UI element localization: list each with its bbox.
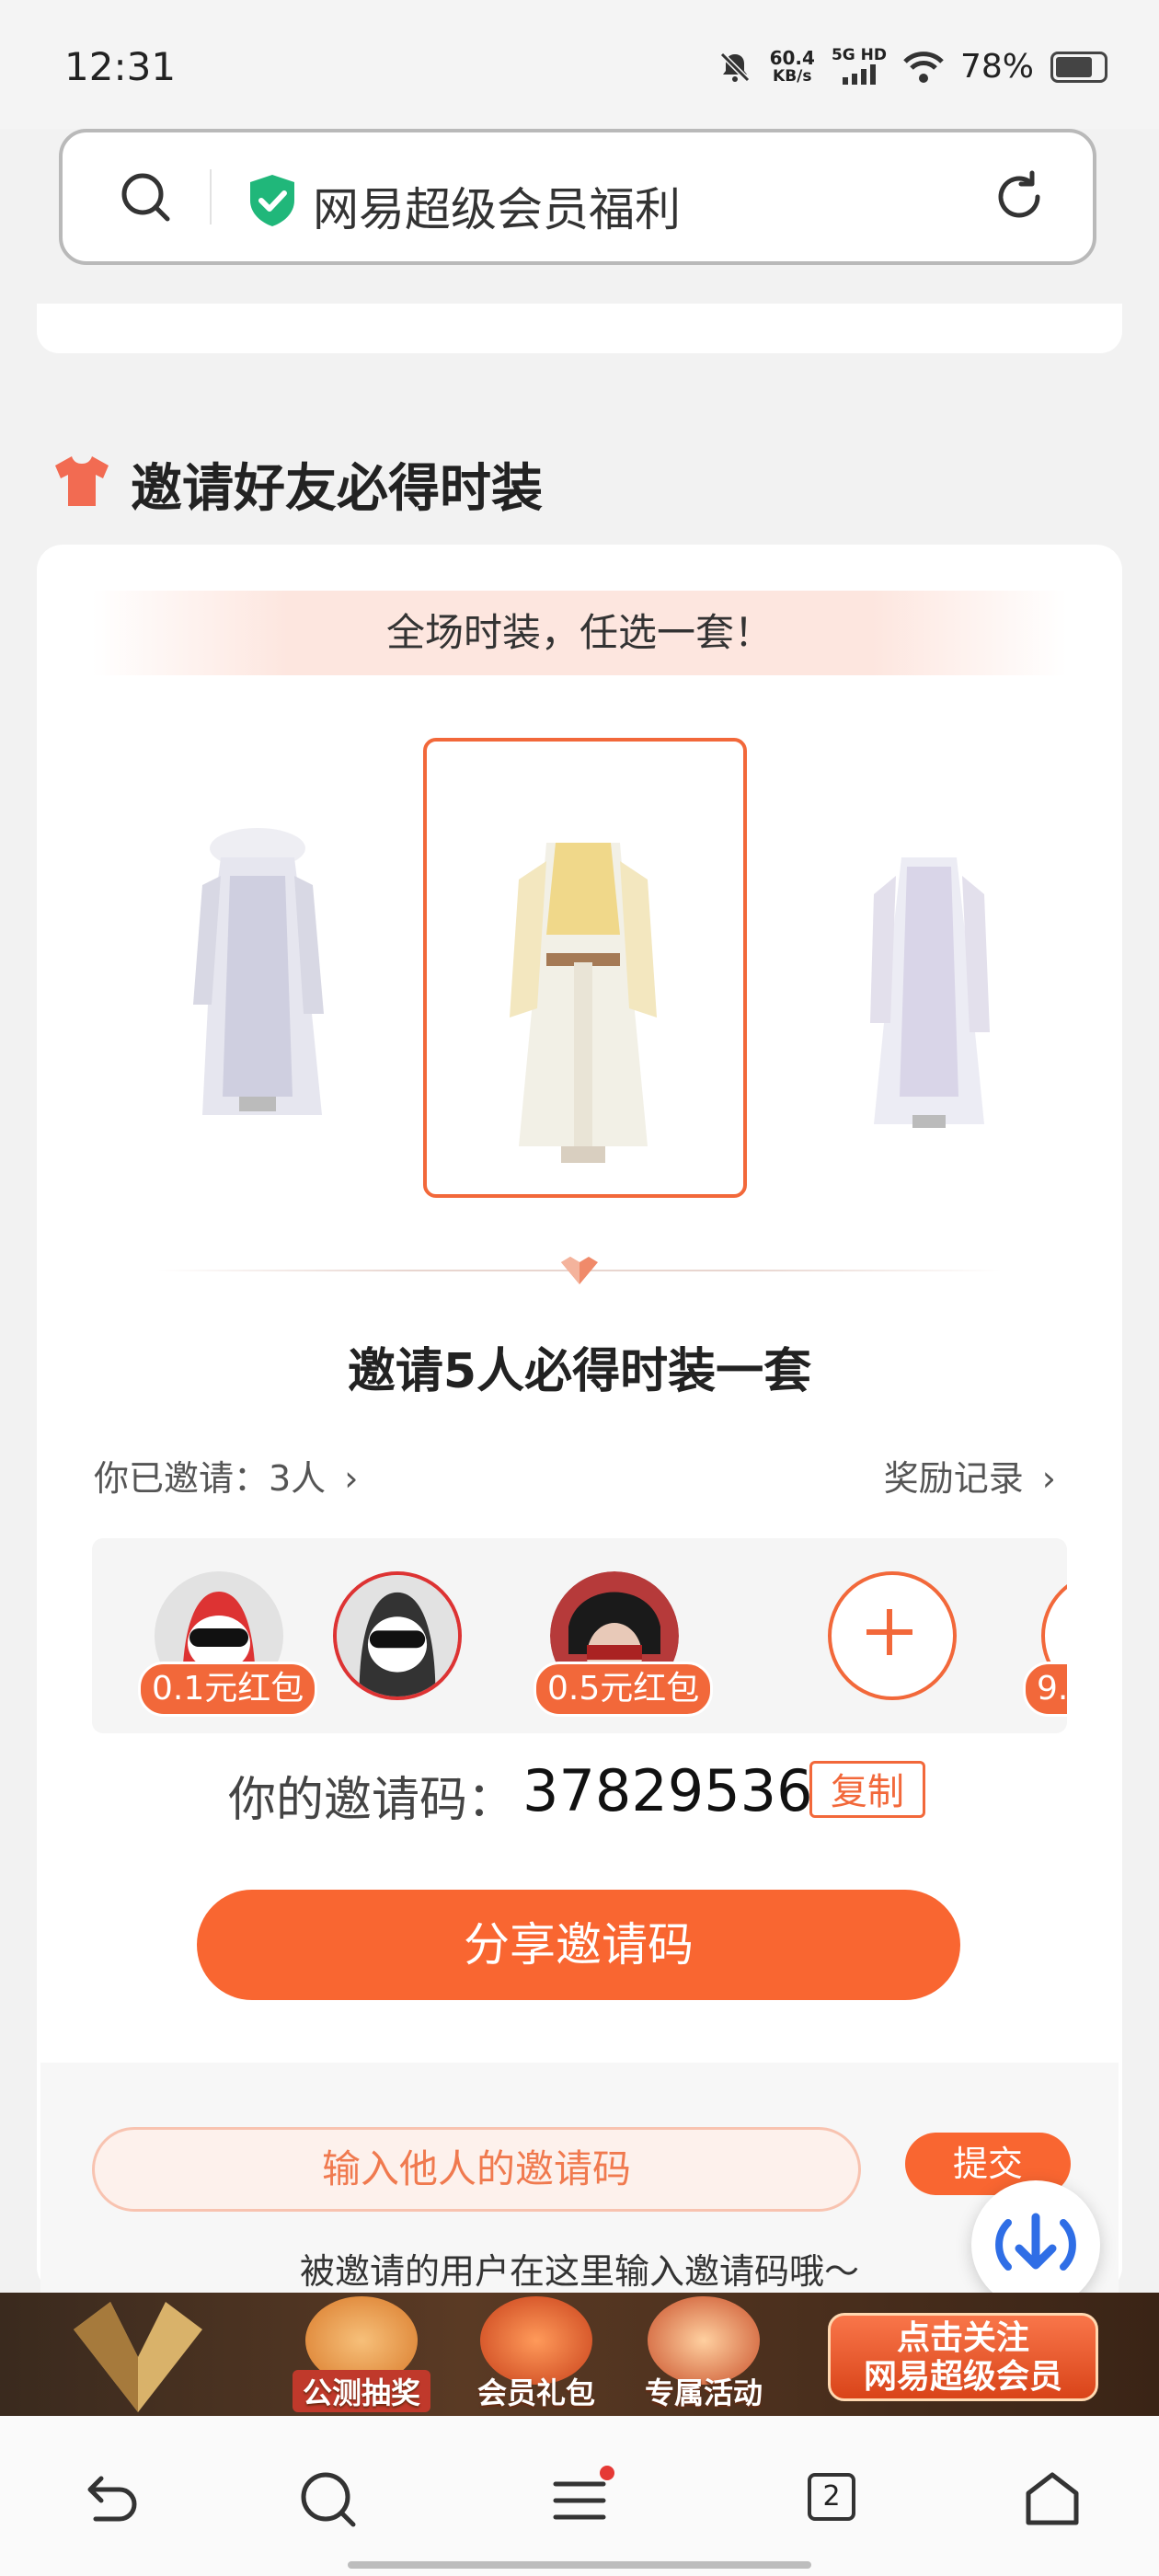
menu-icon <box>553 2466 614 2520</box>
promo-item-lottery[interactable]: 公测抽奖 <box>293 2296 430 2412</box>
net-speed-value: 60.4 <box>769 46 815 69</box>
battery-percent: 78% <box>959 48 1034 86</box>
input-hint: 被邀请的用户在这里输入邀请码哦～ <box>299 2251 859 2292</box>
cta-line-1: 点击关注 <box>896 2319 1029 2357</box>
page-title[interactable]: 网易超级会员福利 <box>313 173 681 239</box>
chevron-right-icon: › <box>1041 1458 1056 1499</box>
shirt-icon <box>55 456 109 506</box>
reward-badge: 0.1元红包 <box>138 1662 318 1717</box>
invitee-avatar-slot: 0.1元红包 <box>138 1571 318 1717</box>
costume-image <box>510 843 657 1163</box>
promo-item-activity[interactable]: 专属活动 <box>635 2296 773 2412</box>
follow-membership-button[interactable]: 点击关注 网易超级会员 <box>828 2313 1098 2401</box>
status-icons: 60.4 KB/s 5G HD 78% <box>717 46 1107 87</box>
reward-badge: 9.9元 <box>1023 1662 1067 1717</box>
signal-bars-icon <box>842 64 876 85</box>
back-button[interactable] <box>72 2462 145 2536</box>
reward-record-text: 奖励记录 <box>883 1458 1024 1499</box>
copy-button[interactable]: 复制 <box>809 1761 925 1818</box>
add-invitee-button[interactable]: 9.9元 <box>1023 1571 1067 1717</box>
reward-badge: 0.5元红包 <box>534 1662 714 1717</box>
invite-code-label: 你的邀请码： <box>228 1773 516 1828</box>
invite-card: 全场时装，任选一套！ 邀请5人必得时装一套 你已邀请：3人 › 奖励记录 › 0… <box>37 545 1122 2302</box>
section-title: 邀请好友必得时装 <box>131 459 543 519</box>
costume-image <box>870 857 990 1128</box>
chevron-right-icon: › <box>344 1458 359 1499</box>
network-type: 5G HD <box>831 46 887 64</box>
costume-option-selected[interactable] <box>423 738 747 1198</box>
tab-count: 2 <box>808 2473 855 2521</box>
avatar <box>333 1571 462 1700</box>
address-bar[interactable]: 网易超级会员福利 <box>59 129 1096 265</box>
net-speed-unit: KB/s <box>773 66 812 86</box>
ninja-avatar-icon <box>337 1575 458 1696</box>
banner-text: 全场时装，任选一套！ <box>385 610 773 655</box>
invitee-avatar-slot: 0.5元红包 <box>534 1571 714 1717</box>
reward-record-link[interactable]: 奖励记录 › <box>884 1450 1056 1501</box>
costume-option-left[interactable] <box>166 821 350 1137</box>
home-indicator[interactable] <box>348 2561 811 2569</box>
search-icon <box>301 2472 356 2527</box>
bottom-navigation: 2 <box>0 2416 1159 2576</box>
invite-code-value: 37829536 <box>522 1757 813 1824</box>
plus-circle <box>828 1571 957 1700</box>
invite-code-input[interactable]: 输入他人的邀请码 <box>92 2127 861 2212</box>
invited-count-text: 你已邀请：3人 <box>94 1458 327 1499</box>
add-invitee-button[interactable] <box>828 1571 957 1700</box>
back-arrow-icon <box>87 2476 137 2522</box>
battery-icon <box>1050 51 1107 83</box>
promo-item-label: 会员礼包 <box>476 2375 595 2410</box>
shield-check-icon <box>250 175 294 226</box>
net-speed: 60.4 KB/s <box>770 49 815 86</box>
promo-item-gift[interactable]: 会员礼包 <box>467 2296 605 2412</box>
address-divider <box>210 169 212 224</box>
netease-logo-icon <box>74 2302 202 2412</box>
costume-option-right[interactable] <box>855 839 1003 1146</box>
cta-line-2: 网易超级会员 <box>863 2358 1062 2396</box>
enter-code-section: 输入他人的邀请码 提交 被邀请的用户在这里输入邀请码哦～ <box>40 2063 1119 2302</box>
invite-headline: 邀请5人必得时装一套 <box>347 1344 812 1399</box>
invitee-avatar-slot <box>333 1571 462 1700</box>
signal-indicator: 5G HD <box>832 46 887 87</box>
download-icon <box>995 2213 1076 2271</box>
home-icon <box>1026 2472 1079 2525</box>
previous-card-bottom <box>37 304 1122 353</box>
membership-promo-banner[interactable]: 公测抽奖 会员礼包 专属活动 点击关注 网易超级会员 <box>0 2293 1159 2416</box>
home-button[interactable] <box>1016 2462 1089 2536</box>
search-icon[interactable] <box>118 169 173 224</box>
promo-item-label: 专属活动 <box>644 2375 763 2410</box>
status-bar: 12:31 60.4 KB/s 5G HD 78% <box>0 0 1159 129</box>
status-time: 12:31 <box>64 44 177 89</box>
menu-button[interactable] <box>543 2462 616 2536</box>
mute-bell-icon <box>719 52 750 82</box>
invitee-avatar-list: 0.1元红包 0.5元红包 9. <box>92 1538 1067 1733</box>
reload-icon[interactable] <box>992 169 1047 224</box>
plus-icon <box>866 1609 912 1655</box>
promo-banner: 全场时装，任选一套！ <box>92 591 1067 675</box>
share-invite-code-button[interactable]: 分享邀请码 <box>197 1890 960 2000</box>
wifi-icon <box>903 51 944 83</box>
invited-count-link[interactable]: 你已邀请：3人 › <box>94 1450 358 1501</box>
costume-image <box>193 828 324 1115</box>
tabs-button[interactable]: 2 <box>797 2462 870 2536</box>
heart-gem-icon <box>561 1257 598 1284</box>
download-float-button[interactable] <box>971 2180 1100 2309</box>
promo-item-label: 公测抽奖 <box>293 2370 430 2412</box>
search-button[interactable] <box>291 2462 364 2536</box>
